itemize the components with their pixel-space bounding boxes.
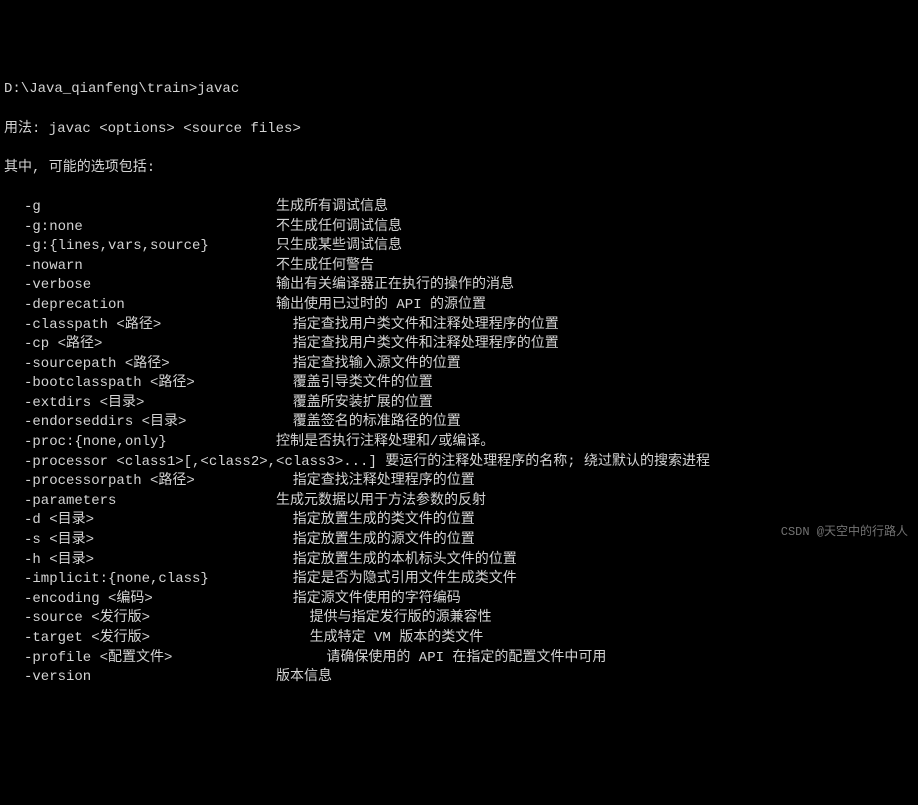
option-key: -s <目录> <box>4 531 276 551</box>
option-row: -sourcepath <路径> 指定查找输入源文件的位置 <box>4 355 914 375</box>
option-description: 指定查找注释处理程序的位置 <box>276 472 914 492</box>
option-row: -bootclasspath <路径> 覆盖引导类文件的位置 <box>4 374 914 394</box>
option-description: 指定查找用户类文件和注释处理程序的位置 <box>276 316 914 336</box>
option-key: -nowarn <box>4 257 276 277</box>
option-row: -processorpath <路径> 指定查找注释处理程序的位置 <box>4 472 914 492</box>
command-prompt-line: D:\Java_qianfeng\train>javac <box>4 80 914 100</box>
option-row: -target <发行版> 生成特定 VM 版本的类文件 <box>4 629 914 649</box>
option-description: 不生成任何警告 <box>276 257 914 277</box>
option-row: -processor <class1>[,<class2>,<class3>..… <box>4 453 914 473</box>
option-description: 指定源文件使用的字符编码 <box>276 590 914 610</box>
option-key: -processorpath <路径> <box>4 472 276 492</box>
option-key: -g <box>4 198 276 218</box>
option-key: -h <目录> <box>4 551 276 571</box>
option-description: 指定查找输入源文件的位置 <box>276 355 914 375</box>
option-row: -endorseddirs <目录> 覆盖签名的标准路径的位置 <box>4 413 914 433</box>
option-description: 输出使用已过时的 API 的源位置 <box>276 296 914 316</box>
option-row: -classpath <路径> 指定查找用户类文件和注释处理程序的位置 <box>4 316 914 336</box>
option-row: -version版本信息 <box>4 668 914 688</box>
option-key: -extdirs <目录> <box>4 394 276 414</box>
option-row: -deprecation输出使用已过时的 API 的源位置 <box>4 296 914 316</box>
option-description: 不生成任何调试信息 <box>276 218 914 238</box>
option-row: -source <发行版> 提供与指定发行版的源兼容性 <box>4 609 914 629</box>
option-key: -profile <配置文件> <box>4 649 276 669</box>
option-description: 指定查找用户类文件和注释处理程序的位置 <box>276 335 914 355</box>
option-key: -endorseddirs <目录> <box>4 413 276 433</box>
option-description: 指定放置生成的本机标头文件的位置 <box>276 551 914 571</box>
option-description: 控制是否执行注释处理和/或编译。 <box>276 433 914 453</box>
option-row: -profile <配置文件> 请确保使用的 API 在指定的配置文件中可用 <box>4 649 914 669</box>
option-description: 生成特定 VM 版本的类文件 <box>276 629 914 649</box>
option-description: 只生成某些调试信息 <box>276 237 914 257</box>
option-description: 覆盖签名的标准路径的位置 <box>276 413 914 433</box>
option-description: 覆盖引导类文件的位置 <box>276 374 914 394</box>
option-description: 请确保使用的 API 在指定的配置文件中可用 <box>276 649 914 669</box>
option-description: 生成所有调试信息 <box>276 198 914 218</box>
usage-line: 用法: javac <options> <source files> <box>4 120 914 140</box>
watermark-text: CSDN @天空中的行路人 <box>781 524 908 541</box>
option-description: 版本信息 <box>276 668 914 688</box>
option-row: -parameters生成元数据以用于方法参数的反射 <box>4 492 914 512</box>
option-row: -encoding <编码> 指定源文件使用的字符编码 <box>4 590 914 610</box>
option-row: -implicit:{none,class} 指定是否为隐式引用文件生成类文件 <box>4 570 914 590</box>
option-key: -version <box>4 668 276 688</box>
option-row: -g:none不生成任何调试信息 <box>4 218 914 238</box>
option-key: -deprecation <box>4 296 276 316</box>
option-key: -sourcepath <路径> <box>4 355 276 375</box>
option-description: 指定是否为隐式引用文件生成类文件 <box>276 570 914 590</box>
option-row: -cp <路径> 指定查找用户类文件和注释处理程序的位置 <box>4 335 914 355</box>
option-key: -source <发行版> <box>4 609 276 629</box>
option-row: -extdirs <目录> 覆盖所安装扩展的位置 <box>4 394 914 414</box>
option-description: 输出有关编译器正在执行的操作的消息 <box>276 276 914 296</box>
option-row: -g:{lines,vars,source}只生成某些调试信息 <box>4 237 914 257</box>
option-key: -d <目录> <box>4 511 276 531</box>
option-row: -s <目录> 指定放置生成的源文件的位置 <box>4 531 914 551</box>
option-full-line: -processor <class1>[,<class2>,<class3>..… <box>4 453 710 473</box>
option-row: -proc:{none,only}控制是否执行注释处理和/或编译。 <box>4 433 914 453</box>
option-key: -verbose <box>4 276 276 296</box>
option-key: -proc:{none,only} <box>4 433 276 453</box>
option-row: -g生成所有调试信息 <box>4 198 914 218</box>
option-key: -implicit:{none,class} <box>4 570 276 590</box>
option-description: 生成元数据以用于方法参数的反射 <box>276 492 914 512</box>
option-row: -verbose输出有关编译器正在执行的操作的消息 <box>4 276 914 296</box>
option-key: -encoding <编码> <box>4 590 276 610</box>
options-list: -g生成所有调试信息-g:none不生成任何调试信息-g:{lines,vars… <box>4 198 914 688</box>
option-key: -target <发行版> <box>4 629 276 649</box>
option-description: 提供与指定发行版的源兼容性 <box>276 609 914 629</box>
option-row: -nowarn不生成任何警告 <box>4 257 914 277</box>
option-row: -h <目录> 指定放置生成的本机标头文件的位置 <box>4 551 914 571</box>
subheader-line: 其中, 可能的选项包括: <box>4 159 914 179</box>
option-key: -g:{lines,vars,source} <box>4 237 276 257</box>
option-key: -parameters <box>4 492 276 512</box>
option-key: -cp <路径> <box>4 335 276 355</box>
option-key: -bootclasspath <路径> <box>4 374 276 394</box>
option-key: -g:none <box>4 218 276 238</box>
option-row: -d <目录> 指定放置生成的类文件的位置 <box>4 511 914 531</box>
option-description: 覆盖所安装扩展的位置 <box>276 394 914 414</box>
option-key: -classpath <路径> <box>4 316 276 336</box>
